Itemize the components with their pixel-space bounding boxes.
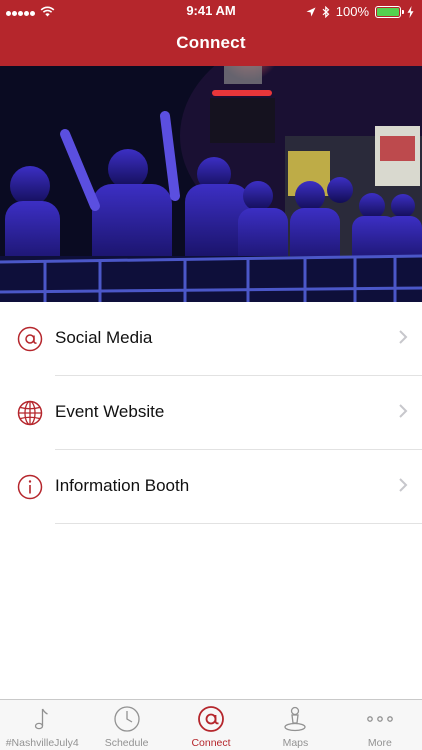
status-right: 100% xyxy=(306,4,414,19)
concert-crowd-photo xyxy=(0,66,422,302)
list-item-label: Information Booth xyxy=(55,476,190,495)
bluetooth-icon xyxy=(322,5,330,18)
connect-list: Social Media Event Website Information B… xyxy=(0,302,422,524)
more-dots-icon xyxy=(366,716,393,722)
list-item-label: Social Media xyxy=(55,328,153,347)
tab-schedule[interactable]: Schedule xyxy=(84,700,168,750)
page-title: Connect xyxy=(176,33,246,52)
map-pin-icon xyxy=(284,706,307,732)
info-icon xyxy=(17,474,43,500)
tab-label: Maps xyxy=(282,737,309,749)
list-item-information-booth[interactable]: Information Booth xyxy=(0,450,422,524)
at-sign-icon xyxy=(17,326,43,352)
tab-connect[interactable]: Connect xyxy=(169,700,253,750)
music-note-icon xyxy=(35,708,48,730)
hero-image xyxy=(0,66,422,302)
chevron-right-icon xyxy=(399,478,408,492)
battery-icon xyxy=(375,5,404,18)
tab-more[interactable]: More xyxy=(338,700,422,750)
tab-nashvillejuly4[interactable]: #NashvilleJuly4 xyxy=(0,700,84,750)
charging-icon xyxy=(407,5,414,18)
clock-icon xyxy=(113,706,140,732)
divider xyxy=(55,523,422,524)
tab-label: More xyxy=(367,737,392,749)
battery-fill xyxy=(377,7,399,16)
battery-percent: 100% xyxy=(335,4,369,19)
at-sign-icon xyxy=(198,706,224,732)
tab-bar: #NashvilleJuly4 Schedule Connect Maps Mo… xyxy=(0,699,422,750)
tab-maps[interactable]: Maps xyxy=(253,700,337,750)
tab-label: Connect xyxy=(191,737,231,749)
status-bar: 9:41 AM 100% xyxy=(0,0,422,22)
list-item-event-website[interactable]: Event Website xyxy=(0,376,422,450)
globe-icon xyxy=(17,400,43,426)
top-bar: 9:41 AM 100% Connect xyxy=(0,0,422,66)
chevron-right-icon xyxy=(399,330,408,344)
list-item-social-media[interactable]: Social Media xyxy=(0,302,422,376)
tab-label: #NashvilleJuly4 xyxy=(5,737,79,749)
list-item-label: Event Website xyxy=(55,402,165,421)
tab-label: Schedule xyxy=(104,737,149,749)
location-arrow-icon xyxy=(306,7,316,16)
chevron-right-icon xyxy=(399,404,408,418)
